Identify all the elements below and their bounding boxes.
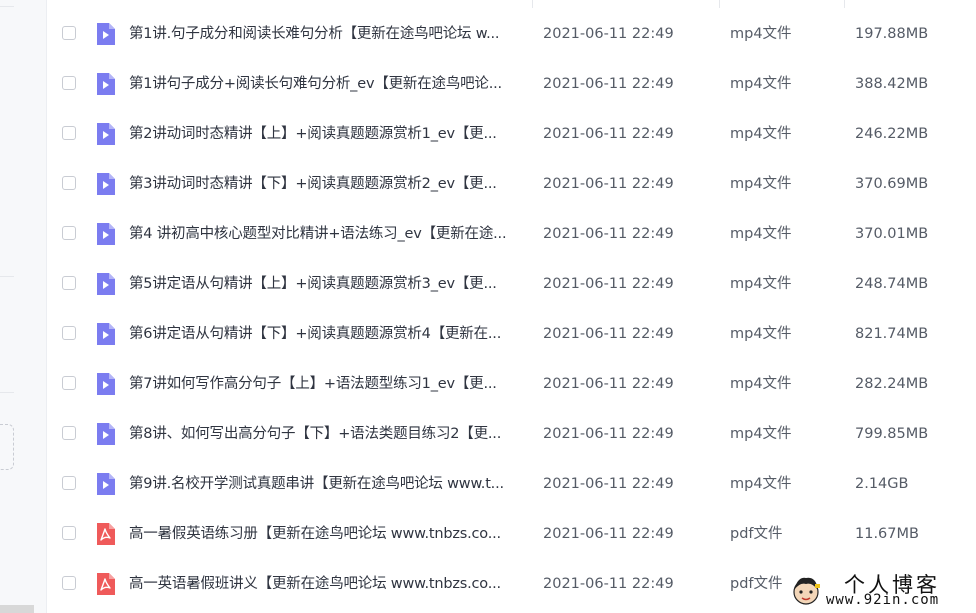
sidebar-dashed-box[interactable] (0, 424, 14, 470)
modified-date: 2021-06-11 22:49 (543, 276, 674, 292)
sidebar-scrollbar[interactable] (0, 605, 34, 613)
file-size: 799.85MB (855, 426, 929, 442)
file-size: 11.67MB (855, 526, 919, 542)
row-checkbox[interactable] (62, 226, 76, 240)
file-size: 388.42MB (855, 76, 929, 92)
file-size: 282.24MB (855, 376, 929, 392)
file-size: 2.14GB (855, 476, 909, 492)
file-row[interactable]: 第2讲动词时态精讲【上】+阅读真题题源赏析1_ev【更... 2021-06-11… (46, 110, 976, 160)
file-type: pdf文件 (730, 526, 783, 542)
file-name[interactable]: 第7讲如何写作高分句子【上】+语法题型练习1_ev【更... (129, 360, 497, 408)
file-name[interactable]: 第6讲定语从句精讲【下】+阅读真题题源赏析4【更新在... (129, 310, 501, 358)
pdf-file-icon (97, 573, 115, 595)
modified-date: 2021-06-11 22:49 (543, 26, 674, 42)
file-type: mp4文件 (730, 176, 792, 192)
row-checkbox[interactable] (62, 476, 76, 490)
sidebar-divider (0, 6, 14, 7)
file-size: 197.88MB (855, 26, 929, 42)
sidebar-divider (0, 392, 14, 393)
file-row[interactable]: 第8讲、如何写出高分句子【下】+语法类题目练习2【更... 2021-06-11 … (46, 410, 976, 460)
file-row[interactable]: 高一暑假英语练习册【更新在途鸟吧论坛 www.tnbzs.co... 2021-0… (46, 510, 976, 560)
file-size: 821.74MB (855, 326, 929, 342)
column-separator (719, 0, 720, 8)
file-name[interactable]: 高一英语暑假班讲义【更新在途鸟吧论坛 www.tnbzs.co... (129, 560, 501, 608)
file-name[interactable]: 第9讲.名校开学测试真题串讲【更新在途鸟吧论坛 www.t... (129, 460, 504, 508)
file-row[interactable]: 第6讲定语从句精讲【下】+阅读真题题源赏析4【更新在... 2021-06-11 … (46, 310, 976, 360)
cartoon-avatar-icon (793, 577, 820, 605)
file-type: pdf文件 (730, 576, 783, 592)
column-separator (844, 0, 845, 8)
modified-date: 2021-06-11 22:49 (543, 426, 674, 442)
file-type: mp4文件 (730, 476, 792, 492)
pdf-file-icon (97, 523, 115, 545)
file-row[interactable]: 第1讲句子成分+阅读长句难句分析_ev【更新在途鸟吧论... 2021-06-11… (46, 60, 976, 110)
video-file-icon (97, 273, 115, 295)
row-checkbox[interactable] (62, 176, 76, 190)
file-type: mp4文件 (730, 276, 792, 292)
video-file-icon (97, 423, 115, 445)
left-sidebar-edge (0, 0, 47, 613)
file-row[interactable]: 第1讲.句子成分和阅读长难句分析【更新在途鸟吧论坛 w... 2021-06-11… (46, 10, 976, 60)
file-name[interactable]: 第3讲动词时态精讲【下】+阅读真题题源赏析2_ev【更... (129, 160, 497, 208)
modified-date: 2021-06-11 22:49 (543, 76, 674, 92)
row-checkbox[interactable] (62, 126, 76, 140)
modified-date: 2021-06-11 22:49 (543, 126, 674, 142)
file-row[interactable]: 第5讲定语从句精讲【上】+阅读真题题源赏析3_ev【更... 2021-06-11… (46, 260, 976, 310)
row-checkbox[interactable] (62, 76, 76, 90)
file-type: mp4文件 (730, 326, 792, 342)
row-checkbox[interactable] (62, 576, 76, 590)
watermark-url: www.92in.com (826, 592, 940, 608)
file-name[interactable]: 第1讲句子成分+阅读长句难句分析_ev【更新在途鸟吧论... (129, 60, 502, 108)
watermark: 个人博客 www.92in.com (782, 568, 976, 613)
modified-date: 2021-06-11 22:49 (543, 376, 674, 392)
file-size: 248.74MB (855, 276, 929, 292)
row-checkbox[interactable] (62, 26, 76, 40)
file-name[interactable]: 第4 讲初高中核心题型对比精讲+语法练习_ev【更新在途... (129, 210, 507, 258)
video-file-icon (97, 223, 115, 245)
row-checkbox[interactable] (62, 426, 76, 440)
modified-date: 2021-06-11 22:49 (543, 576, 674, 592)
file-size: 370.01MB (855, 226, 929, 242)
file-type: mp4文件 (730, 76, 792, 92)
video-file-icon (97, 323, 115, 345)
video-file-icon (97, 473, 115, 495)
row-checkbox[interactable] (62, 276, 76, 290)
row-checkbox[interactable] (62, 326, 76, 340)
modified-date: 2021-06-11 22:49 (543, 176, 674, 192)
sidebar-divider (0, 276, 14, 277)
column-separator (532, 0, 533, 8)
file-size: 370.69MB (855, 176, 929, 192)
video-file-icon (97, 173, 115, 195)
file-name[interactable]: 第2讲动词时态精讲【上】+阅读真题题源赏析1_ev【更... (129, 110, 497, 158)
modified-date: 2021-06-11 22:49 (543, 526, 674, 542)
file-size: 246.22MB (855, 126, 929, 142)
file-name[interactable]: 第5讲定语从句精讲【上】+阅读真题题源赏析3_ev【更... (129, 260, 497, 308)
file-type: mp4文件 (730, 426, 792, 442)
row-checkbox[interactable] (62, 526, 76, 540)
file-name[interactable]: 第1讲.句子成分和阅读长难句分析【更新在途鸟吧论坛 w... (129, 10, 500, 58)
file-name[interactable]: 第8讲、如何写出高分句子【下】+语法类题目练习2【更... (129, 410, 501, 458)
file-row[interactable]: 第9讲.名校开学测试真题串讲【更新在途鸟吧论坛 www.t... 2021-06-… (46, 460, 976, 510)
video-file-icon (97, 373, 115, 395)
file-row[interactable]: 第3讲动词时态精讲【下】+阅读真题题源赏析2_ev【更... 2021-06-11… (46, 160, 976, 210)
modified-date: 2021-06-11 22:49 (543, 226, 674, 242)
row-checkbox[interactable] (62, 376, 76, 390)
video-file-icon (97, 123, 115, 145)
file-type: mp4文件 (730, 126, 792, 142)
video-file-icon (97, 23, 115, 45)
video-file-icon (97, 73, 115, 95)
file-row[interactable]: 第7讲如何写作高分句子【上】+语法题型练习1_ev【更... 2021-06-11… (46, 360, 976, 410)
modified-date: 2021-06-11 22:49 (543, 476, 674, 492)
file-name[interactable]: 高一暑假英语练习册【更新在途鸟吧论坛 www.tnbzs.co... (129, 510, 501, 558)
file-type: mp4文件 (730, 226, 792, 242)
file-list: 第1讲.句子成分和阅读长难句分析【更新在途鸟吧论坛 w... 2021-06-11… (46, 10, 976, 610)
modified-date: 2021-06-11 22:49 (543, 326, 674, 342)
file-type: mp4文件 (730, 376, 792, 392)
file-row[interactable]: 第4 讲初高中核心题型对比精讲+语法练习_ev【更新在途... 2021-06-1… (46, 210, 976, 260)
file-type: mp4文件 (730, 26, 792, 42)
